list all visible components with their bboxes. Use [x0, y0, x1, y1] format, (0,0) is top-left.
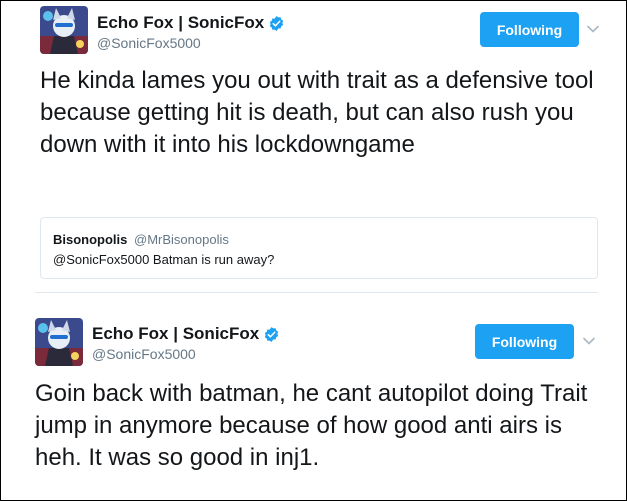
verified-badge-icon: [268, 15, 285, 32]
avatar[interactable]: [35, 318, 83, 366]
author-handle[interactable]: @SonicFox5000: [92, 346, 196, 362]
author-handle[interactable]: @SonicFox5000: [97, 35, 201, 51]
tweet: Echo Fox | SonicFox @SonicFox5000 Follow…: [1, 293, 626, 500]
quoted-author-name: Bisonopolis: [53, 232, 128, 247]
author-name-label[interactable]: Echo Fox | SonicFox: [97, 13, 264, 33]
tweet-text: Goin back with batman, he cant autopilot…: [35, 380, 588, 471]
tweet: Echo Fox | SonicFox @SonicFox5000 Follow…: [1, 1, 626, 293]
following-button[interactable]: Following: [475, 324, 574, 359]
verified-badge-icon: [263, 326, 280, 343]
quoted-tweet-text: @SonicFox5000 Batman is run away?: [53, 252, 275, 267]
following-button[interactable]: Following: [480, 12, 579, 47]
tweet-thread: Echo Fox | SonicFox @SonicFox5000 Follow…: [0, 0, 627, 501]
avatar[interactable]: [40, 6, 88, 54]
quoted-tweet[interactable]: Bisonopolis @MrBisonopolis @SonicFox5000…: [40, 217, 598, 279]
chevron-down-icon[interactable]: [585, 21, 601, 37]
quoted-author-handle: @MrBisonopolis: [134, 232, 229, 247]
chevron-down-icon[interactable]: [581, 333, 597, 349]
author-name-label[interactable]: Echo Fox | SonicFox: [92, 324, 259, 344]
author-name[interactable]: Echo Fox | SonicFox: [92, 324, 280, 344]
quoted-tweet-header: Bisonopolis @MrBisonopolis: [53, 232, 229, 247]
tweet-text: He kinda lames you out with trait as a d…: [40, 67, 594, 158]
author-name[interactable]: Echo Fox | SonicFox: [97, 13, 285, 33]
